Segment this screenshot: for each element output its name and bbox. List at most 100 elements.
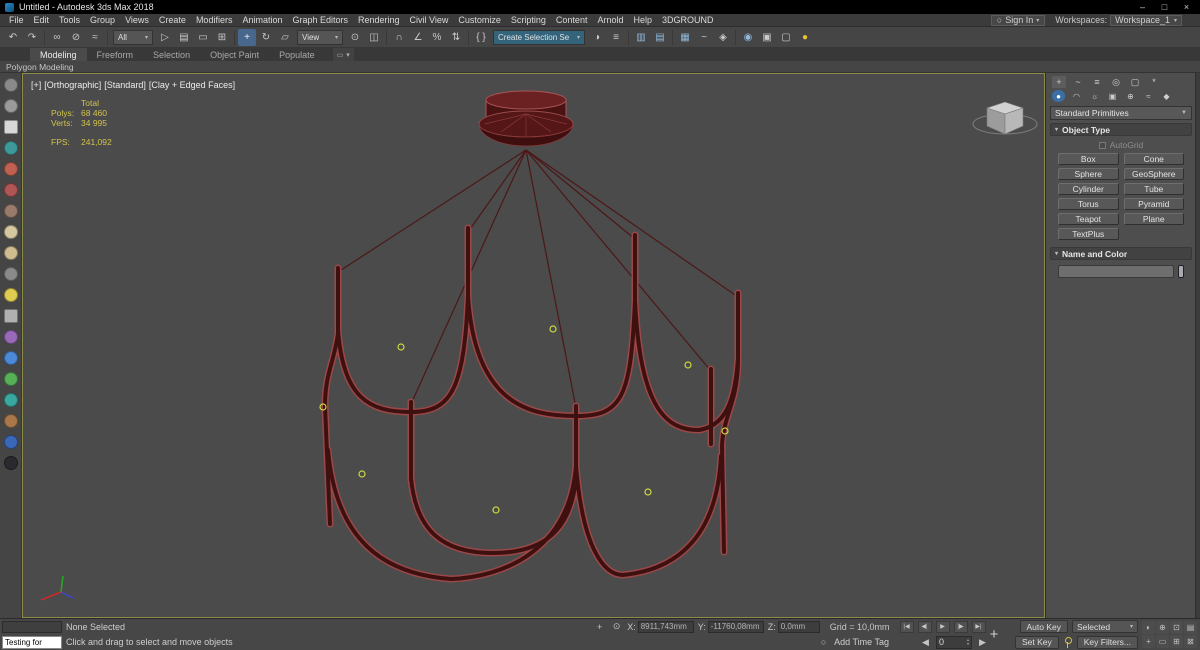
object-color-swatch[interactable] [1178, 265, 1184, 278]
menu-3dground[interactable]: 3DGROUND [657, 15, 719, 25]
primitive-button-cylinder[interactable]: Cylinder [1058, 183, 1119, 195]
angle-snap-icon[interactable]: ∠ [409, 29, 427, 46]
schematic-view-icon[interactable]: ◈ [714, 29, 732, 46]
selection-filter-dropdown[interactable]: All ▾ [113, 29, 153, 45]
zoom-all-icon[interactable]: ⊕ [1156, 621, 1169, 634]
ribbon-minimize-icon[interactable]: ▭ ▾ [332, 48, 354, 61]
add-time-tag[interactable]: Add Time Tag [834, 637, 889, 647]
spacewarps-category-icon[interactable]: ≈ [1142, 90, 1155, 102]
material-editor-icon[interactable]: ◉ [739, 29, 757, 46]
go-to-start-icon[interactable]: |◀ [899, 620, 914, 633]
curve-editor-icon[interactable]: ~ [695, 29, 713, 46]
tab-freeform[interactable]: Freeform [87, 48, 144, 61]
select-and-link-icon[interactable]: ∞ [48, 29, 66, 46]
maximize-viewport-icon[interactable]: ⊠ [1184, 635, 1197, 648]
primitive-button-pyramid[interactable]: Pyramid [1123, 198, 1184, 210]
tab-populate[interactable]: Populate [269, 48, 325, 61]
workspace-dropdown[interactable]: Workspace_1 ▾ [1110, 14, 1182, 26]
menu-create[interactable]: Create [154, 15, 191, 25]
absolute-offset-toggle-icon[interactable]: ⊙ [610, 621, 623, 633]
viewport-canvas[interactable] [23, 74, 1044, 617]
primitive-button-tube[interactable]: Tube [1123, 183, 1184, 195]
viewport-menu-shading[interactable]: [Clay + Edged Faces] [149, 80, 235, 90]
left-toolbar-icon[interactable] [3, 372, 18, 386]
named-selection-sets-dropdown[interactable]: Create Selection Se ▾ [493, 29, 585, 45]
motion-tab-icon[interactable]: ◎ [1109, 76, 1123, 88]
primitive-button-box[interactable]: Box [1058, 153, 1119, 165]
select-object-icon[interactable]: ▷ [156, 29, 174, 46]
select-rotate-icon[interactable]: ↻ [257, 29, 275, 46]
primitive-button-geosphere[interactable]: GeoSphere [1123, 168, 1184, 180]
left-toolbar-icon[interactable] [3, 414, 18, 428]
orbit-icon[interactable]: ▭ [1156, 635, 1169, 648]
primitive-button-torus[interactable]: Torus [1058, 198, 1119, 210]
systems-category-icon[interactable]: ◆ [1160, 90, 1173, 102]
redo-icon[interactable]: ↷ [23, 29, 41, 46]
menu-civil-view[interactable]: Civil View [405, 15, 454, 25]
menu-arnold[interactable]: Arnold [592, 15, 628, 25]
scene-explorer-icon[interactable]: ▥ [632, 29, 650, 46]
menu-content[interactable]: Content [551, 15, 593, 25]
left-toolbar-icon[interactable] [3, 183, 18, 197]
maxscript-mini-listener[interactable]: Testing for [2, 635, 62, 649]
use-pivot-center-icon[interactable]: ⊙ [346, 29, 364, 46]
object-type-rollout-header[interactable]: ▾ Object Type [1050, 123, 1192, 136]
primitive-button-cone[interactable]: Cone [1123, 153, 1184, 165]
tab-modeling[interactable]: Modeling [30, 48, 87, 61]
left-toolbar-icon[interactable] [3, 435, 18, 449]
primitive-button-sphere[interactable]: Sphere [1058, 168, 1119, 180]
minimize-button[interactable]: – [1134, 2, 1151, 12]
menu-animation[interactable]: Animation [237, 15, 287, 25]
key-step-back-icon[interactable]: ◀ [919, 636, 932, 648]
unlink-selection-icon[interactable]: ⊘ [67, 29, 85, 46]
transform-gizmo-toggle[interactable]: + [984, 623, 1004, 645]
left-toolbar-icon[interactable] [3, 78, 18, 92]
y-coordinate-field[interactable]: -11760,08mm [707, 620, 764, 633]
zoom-extents-icon[interactable]: ⊡ [1170, 621, 1183, 634]
create-tab-icon[interactable]: + [1052, 76, 1066, 88]
key-icon[interactable] [1063, 636, 1073, 649]
left-toolbar-icon[interactable] [3, 204, 18, 218]
undo-icon[interactable]: ↶ [4, 29, 22, 46]
spinner-snap-icon[interactable]: ⇅ [447, 29, 465, 46]
pan-view-icon[interactable]: + [1142, 635, 1155, 648]
mirror-icon[interactable]: ◑ [588, 29, 606, 46]
display-tab-icon[interactable]: ▢ [1128, 76, 1142, 88]
viewport[interactable]: [+] [Orthographic] [Standard] [Clay + Ed… [22, 73, 1045, 618]
hierarchy-tab-icon[interactable]: ≡ [1090, 76, 1104, 88]
geometry-category-icon[interactable]: ● [1052, 90, 1065, 102]
subtab-polygon-modeling[interactable]: Polygon Modeling [6, 62, 74, 72]
snaps-toggle-icon[interactable]: ∩ [390, 29, 408, 46]
left-toolbar-icon[interactable] [3, 330, 18, 344]
autogrid-checkbox[interactable] [1098, 141, 1106, 149]
lights-category-icon[interactable]: ☼ [1088, 90, 1101, 102]
tab-selection[interactable]: Selection [143, 48, 200, 61]
bind-spacewarp-icon[interactable]: ≈ [86, 29, 104, 46]
helpers-category-icon[interactable]: ⊕ [1124, 90, 1137, 102]
zoom-icon[interactable]: ◐ [1142, 621, 1155, 634]
tab-object-paint[interactable]: Object Paint [200, 48, 269, 61]
left-toolbar-icon[interactable] [3, 246, 18, 260]
set-key-button[interactable]: Set Key [1014, 635, 1059, 649]
transform-typein-icon[interactable]: + [593, 621, 606, 633]
left-toolbar-icon[interactable] [3, 456, 18, 470]
primitive-button-plane[interactable]: Plane [1123, 213, 1184, 225]
primitive-button-textplus[interactable]: TextPlus [1058, 228, 1119, 240]
panel-scrollbar[interactable] [1195, 73, 1200, 618]
sign-in-button[interactable]: ○ Sign In ▾ [990, 14, 1046, 26]
rendered-frame-icon[interactable]: ▢ [777, 29, 795, 46]
left-toolbar-icon[interactable] [3, 351, 18, 365]
current-frame-field[interactable]: 0 ▴ ▾ [935, 635, 972, 649]
left-toolbar-icon[interactable] [3, 309, 18, 323]
menu-help[interactable]: Help [628, 15, 657, 25]
primitive-button-teapot[interactable]: Teapot [1058, 213, 1119, 225]
menu-modifiers[interactable]: Modifiers [191, 15, 238, 25]
window-crossing-icon[interactable]: ⊞ [213, 29, 231, 46]
menu-rendering[interactable]: Rendering [353, 15, 405, 25]
shapes-category-icon[interactable]: ◠ [1070, 90, 1083, 102]
align-icon[interactable]: ≡ [607, 29, 625, 46]
percent-snap-icon[interactable]: % [428, 29, 446, 46]
primitive-category-dropdown[interactable]: Standard Primitives ▼ [1050, 106, 1192, 120]
viewcube[interactable] [972, 101, 1038, 135]
menu-group[interactable]: Group [85, 15, 120, 25]
